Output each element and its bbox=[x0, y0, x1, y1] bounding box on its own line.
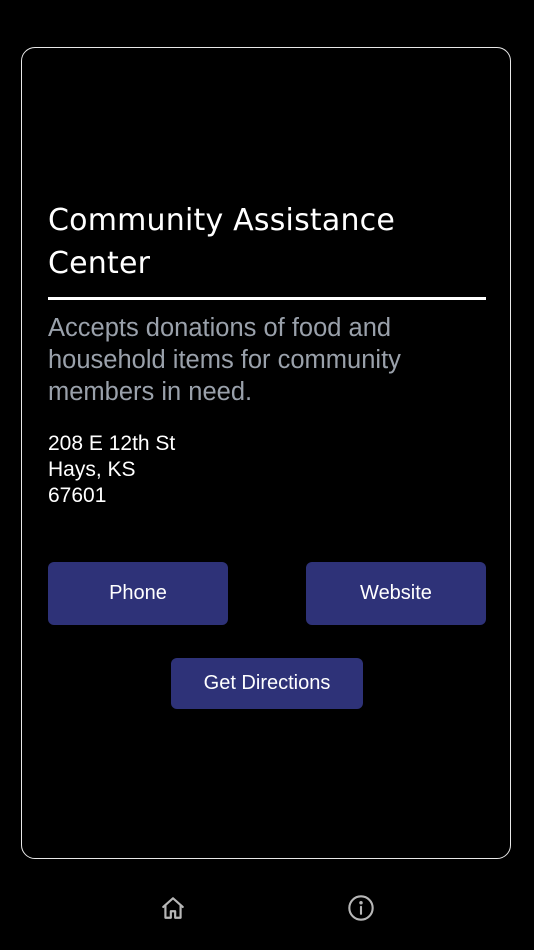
address-street: 208 E 12th St bbox=[48, 432, 176, 455]
address-zip: 67601 bbox=[48, 484, 107, 507]
description-text: Accepts donations of food and household … bbox=[48, 314, 401, 406]
get-directions-button[interactable]: Get Directions bbox=[171, 658, 363, 709]
address-block: 208 E 12th St Hays, KS 67601 bbox=[48, 431, 348, 509]
home-icon[interactable] bbox=[159, 894, 187, 922]
title-divider bbox=[48, 297, 486, 300]
website-button[interactable]: Website bbox=[306, 562, 486, 625]
phone-button[interactable]: Phone bbox=[48, 562, 228, 625]
info-icon[interactable] bbox=[347, 894, 375, 922]
address-city-state: Hays, KS bbox=[48, 458, 136, 481]
page-title: Community Assistance Center bbox=[48, 203, 396, 281]
